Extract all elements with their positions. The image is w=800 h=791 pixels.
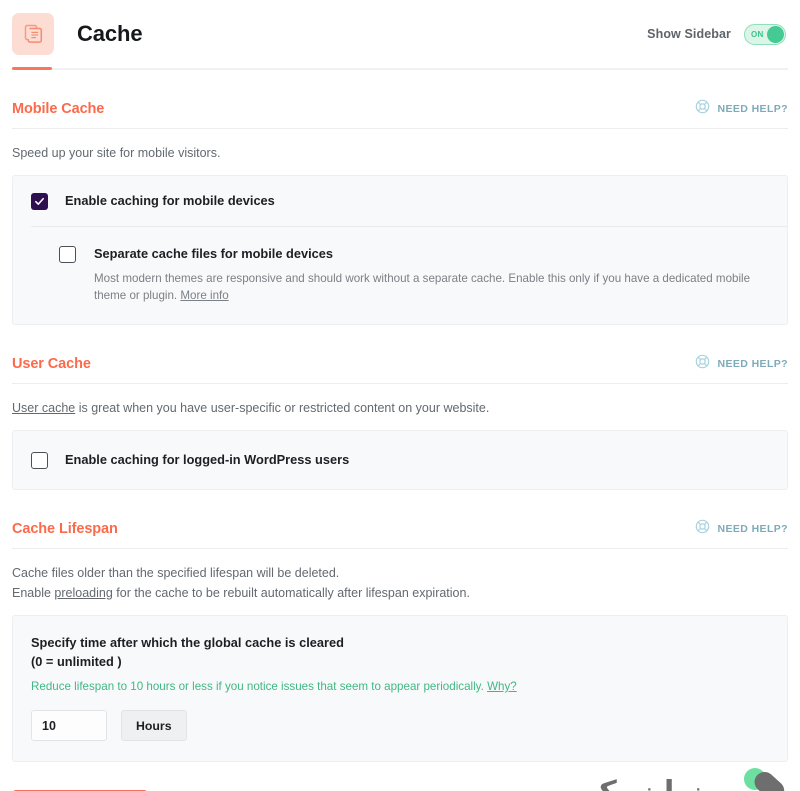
lifespan-note: Reduce lifespan to 10 hours or less if y… <box>31 680 769 693</box>
need-help-button-user-cache[interactable]: NEED HELP? <box>695 354 788 374</box>
need-help-button-mobile-cache[interactable]: NEED HELP? <box>695 99 788 119</box>
panel-mobile-cache: Enable caching for mobile devices Separa… <box>12 175 788 325</box>
header-actions: Show Sidebar ON <box>647 23 786 45</box>
lifespan-unit-button[interactable]: Hours <box>121 710 187 741</box>
why-link[interactable]: Why? <box>487 680 517 693</box>
more-info-link[interactable]: More info <box>180 289 228 302</box>
label-separate-cache-files: Separate cache files for mobile devices <box>94 246 333 261</box>
need-help-button-cache-lifespan[interactable]: NEED HELP? <box>695 519 788 539</box>
lifespan-controls: Hours <box>31 710 769 741</box>
toggle-knob <box>767 25 784 43</box>
lifespan-body: Specify time after which the global cach… <box>13 616 787 761</box>
section-user-cache: User Cache NEED HELP? User cache is grea… <box>12 325 788 490</box>
lifespan-title-line1: Specify time after which the global cach… <box>31 635 344 650</box>
watermark-logo: میزبان پک <box>586 766 786 791</box>
lifespan-description-line2: Enable preloading for the cache to be re… <box>12 583 788 603</box>
documents-icon <box>12 13 54 55</box>
lifespan-value-input[interactable] <box>31 710 107 741</box>
section-title-user-cache: User Cache <box>12 356 91 372</box>
label-enable-logged-in-caching: Enable caching for logged-in WordPress u… <box>65 452 350 467</box>
checkbox-separate-cache-files[interactable] <box>59 246 76 263</box>
checkbox-enable-logged-in-caching[interactable] <box>31 452 48 469</box>
section-header: User Cache NEED HELP? <box>12 325 788 383</box>
lifespan-title-line2: (0 = unlimited ) <box>31 654 122 669</box>
tab-strip <box>12 67 788 70</box>
line2-pre: Enable <box>12 586 55 600</box>
show-sidebar-toggle[interactable]: ON <box>744 23 786 45</box>
lifespan-note-text: Reduce lifespan to 10 hours or less if y… <box>31 680 488 693</box>
section-cache-lifespan: Cache Lifespan NEED HELP? Cache files ol… <box>12 490 788 762</box>
tab-cache-indicator <box>12 67 52 70</box>
need-help-label: NEED HELP? <box>717 103 788 115</box>
row-separate-cache-files[interactable]: Separate cache files for mobile devices … <box>13 227 787 324</box>
label-enable-mobile-caching: Enable caching for mobile devices <box>65 193 275 208</box>
row-enable-logged-in-caching[interactable]: Enable caching for logged-in WordPress u… <box>13 431 787 489</box>
watermark-mark-icon <box>740 766 786 791</box>
page-header: Cache Show Sidebar ON <box>0 0 800 68</box>
separate-cache-text-block: Separate cache files for mobile devices … <box>94 245 769 304</box>
watermark-text: میزبان پک <box>586 777 736 791</box>
lifebuoy-icon <box>695 354 710 374</box>
cache-settings-page: Cache Show Sidebar ON Mobile Cache NEED … <box>0 0 800 791</box>
section-title-mobile-cache: Mobile Cache <box>12 101 105 117</box>
checkbox-enable-mobile-caching[interactable] <box>31 193 48 210</box>
toggle-state-label: ON <box>751 29 764 39</box>
section-description-cache-lifespan: Cache files older than the specified lif… <box>12 549 788 615</box>
section-header: Mobile Cache NEED HELP? <box>12 70 788 128</box>
preloading-link[interactable]: preloading <box>54 586 112 600</box>
panel-user-cache: Enable caching for logged-in WordPress u… <box>12 430 788 490</box>
settings-content: Mobile Cache NEED HELP? Speed up your si… <box>0 70 800 762</box>
page-title: Cache <box>77 21 143 46</box>
section-mobile-cache: Mobile Cache NEED HELP? Speed up your si… <box>12 70 788 325</box>
lifespan-field-title: Specify time after which the global cach… <box>31 633 769 671</box>
section-description-mobile-cache: Speed up your site for mobile visitors. <box>12 146 221 160</box>
user-cache-description-rest: is great when you have user-specific or … <box>75 401 490 415</box>
line2-post: for the cache to be rebuilt automaticall… <box>112 586 470 600</box>
user-cache-link[interactable]: User cache <box>12 401 75 415</box>
lifespan-description-line1: Cache files older than the specified lif… <box>12 566 340 580</box>
section-title-cache-lifespan: Cache Lifespan <box>12 521 118 537</box>
lifebuoy-icon <box>695 99 710 119</box>
need-help-label: NEED HELP? <box>717 523 788 535</box>
section-header: Cache Lifespan NEED HELP? <box>12 490 788 548</box>
panel-cache-lifespan: Specify time after which the global cach… <box>12 615 788 762</box>
section-description-user-cache: User cache is great when you have user-s… <box>12 384 788 430</box>
need-help-label: NEED HELP? <box>717 358 788 370</box>
description-separate-cache-files: Most modern themes are responsive and sh… <box>94 270 769 304</box>
lifebuoy-icon <box>695 519 710 539</box>
show-sidebar-label: Show Sidebar <box>647 27 731 41</box>
row-enable-mobile-caching[interactable]: Enable caching for mobile devices <box>13 176 787 226</box>
